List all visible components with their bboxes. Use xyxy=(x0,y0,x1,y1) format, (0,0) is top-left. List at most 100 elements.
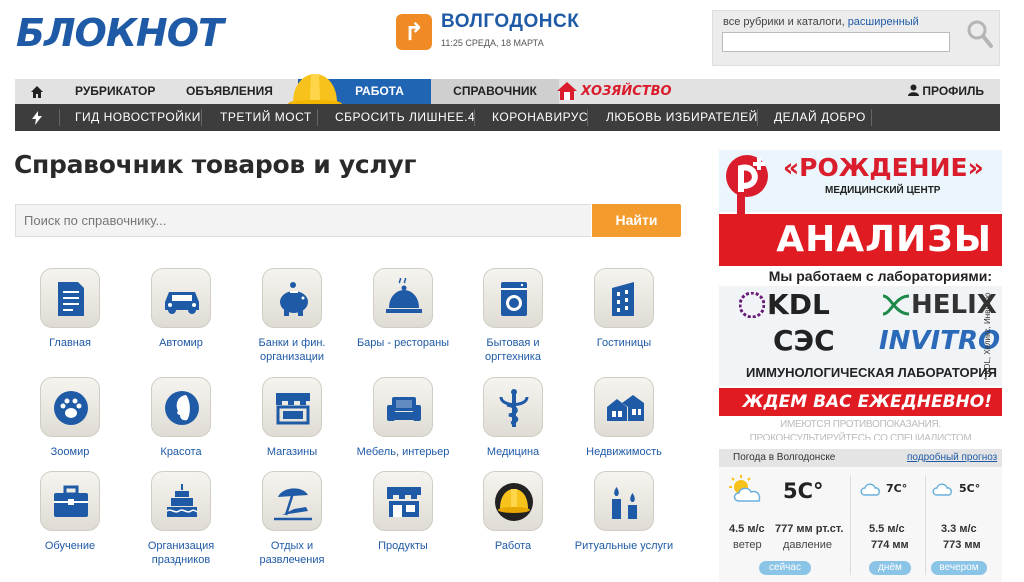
weather-now-badge: сейчас xyxy=(759,561,811,575)
category-label: Зоомир xyxy=(50,446,90,458)
category-shops[interactable]: Магазины xyxy=(237,377,347,459)
cake-icon xyxy=(151,471,211,531)
nav-divider xyxy=(474,109,475,126)
search-icon[interactable] xyxy=(965,17,995,51)
houses-icon xyxy=(594,377,654,437)
category-leisure[interactable]: Отдых и развлечения xyxy=(237,471,347,567)
category-restaurants[interactable]: Бары - рестораны xyxy=(348,268,458,350)
nav-do-good[interactable]: ДЕЛАЙ ДОБРО xyxy=(774,104,866,131)
site-logo[interactable]: БЛОКНОТ xyxy=(16,12,224,54)
weather-day-wind: 5.5 м/с xyxy=(869,523,905,535)
header-search-input[interactable] xyxy=(722,32,950,52)
nav-directory[interactable]: СПРАВОЧНИК xyxy=(431,79,559,104)
category-label: Недвижимость xyxy=(586,446,662,458)
cloche-icon xyxy=(373,268,433,328)
nav-rubricator[interactable]: РУБРИКАТОР xyxy=(75,79,155,104)
weather-now-temp: 5С° xyxy=(783,479,824,503)
weather-forecast-link[interactable]: подробный прогноз xyxy=(907,452,997,464)
current-datetime: 11:25 СРЕДА, 18 МАРТА xyxy=(441,38,544,48)
category-furniture[interactable]: Мебель, интерьер xyxy=(348,377,458,459)
ad-brand: «РОЖДЕНИЕ» xyxy=(783,153,984,182)
weather-now-wind-label: ветер xyxy=(733,539,762,551)
weather-evening-wind: 3.3 м/с xyxy=(941,523,977,535)
category-jobs[interactable]: Работа xyxy=(458,471,568,553)
ad-immuno: ИММУНОЛОГИЧЕСКАЯ ЛАБОРАТОРИЯ xyxy=(745,365,997,380)
nav-household-label: ХОЗЯЙСТВО xyxy=(581,84,672,99)
search-hint: все рубрики и каталоги, расширенный xyxy=(723,15,919,29)
nav-novostroyki[interactable]: ГИД НОВОСТРОЙКИ xyxy=(75,104,201,131)
category-label: Мебель, интерьер xyxy=(356,446,450,458)
weather-now-pressure: 777 мм рт.ст. xyxy=(775,523,844,535)
ad-banner[interactable]: «РОЖДЕНИЕ» МЕДИЦИНСКИЙ ЦЕНТР АНАЛИЗЫ Мы … xyxy=(719,150,1002,440)
city-share-icon[interactable]: ↱ xyxy=(396,14,432,50)
city-name[interactable]: ВОЛГОДОНСК xyxy=(441,10,579,34)
category-label: Ритуальные услуги xyxy=(574,540,674,552)
category-education[interactable]: Обучение xyxy=(15,471,125,553)
category-appliances[interactable]: Бытовая и оргтехника xyxy=(458,268,568,364)
profile-label: ПРОФИЛЬ xyxy=(922,84,985,98)
helix-logo-icon xyxy=(882,294,910,316)
nav-household[interactable]: ХОЗЯЙСТВО xyxy=(557,79,672,104)
category-groceries[interactable]: Продукты xyxy=(348,471,458,553)
category-hotels[interactable]: Гостиницы xyxy=(569,268,679,350)
category-main[interactable]: Главная xyxy=(15,268,125,350)
page-title: Справочник товаров и услуг xyxy=(14,150,417,179)
category-realty[interactable]: Недвижимость xyxy=(569,377,679,459)
car-icon xyxy=(151,268,211,328)
briefcase-icon xyxy=(40,471,100,531)
lab-kdl: KDL xyxy=(767,288,830,321)
weather-now-wind: 4.5 м/с xyxy=(729,523,765,535)
lightning-icon xyxy=(15,104,59,131)
candles-icon xyxy=(594,471,654,531)
category-label: Организация праздников xyxy=(147,540,215,566)
beach-umbrella-icon xyxy=(262,471,322,531)
weather-evening-badge: вечером xyxy=(931,561,987,575)
profile-link[interactable]: ПРОФИЛЬ xyxy=(908,79,998,104)
nav-coronavirus[interactable]: КОРОНАВИРУС xyxy=(492,104,588,131)
secondary-nav: ГИД НОВОСТРОЙКИ ТРЕТИЙ МОСТ СБРОСИТЬ ЛИШ… xyxy=(15,104,1000,131)
caduceus-icon xyxy=(483,377,543,437)
advanced-search-link[interactable]: расширенный xyxy=(848,16,919,28)
category-events[interactable]: Организация праздников xyxy=(126,471,236,567)
category-banks[interactable]: Банки и фин. организации xyxy=(237,268,347,364)
shop-icon xyxy=(262,377,322,437)
category-zoo[interactable]: Зоомир xyxy=(15,377,125,459)
category-label: Красота xyxy=(160,446,202,458)
ad-subtitle: МЕДИЦИНСКИЙ ЦЕНТР xyxy=(825,185,941,196)
directory-search-button[interactable]: Найти xyxy=(592,204,681,237)
lab-ses: СЭС xyxy=(773,324,835,357)
home-icon[interactable] xyxy=(15,79,59,104)
weather-now-pressure-label: давление xyxy=(783,539,833,551)
nav-voters-love[interactable]: ЛЮБОВЬ ИЗБИРАТЕЛЕЙ xyxy=(606,104,758,131)
nav-third-bridge[interactable]: ТРЕТИЙ МОСТ xyxy=(220,104,312,131)
face-icon xyxy=(151,377,211,437)
category-label: Бары - рестораны xyxy=(356,337,450,349)
category-label: Отдых и развлечения xyxy=(259,540,325,566)
category-label: Продукты xyxy=(378,540,428,552)
directory-search-input[interactable]: Поиск по справочнику... xyxy=(15,204,591,237)
primary-nav: РУБРИКАТОР ОБЪЯВЛЕНИЯ РАБОТА СПРАВОЧНИК … xyxy=(15,79,1000,104)
house-icon xyxy=(557,82,577,100)
ad-warning: ИМЕЮТСЯ ПРОТИВОПОКАЗАНИЯ. ПРОКОНСУЛЬТИРУ… xyxy=(749,419,972,440)
weather-divider xyxy=(850,475,851,575)
category-funeral[interactable]: Ритуальные услуги xyxy=(569,471,679,553)
weather-title: Погода в Волгодонске xyxy=(733,452,836,463)
category-auto[interactable]: Автомир xyxy=(126,268,236,350)
ad-labs-title: Мы работаем с лабораториями: xyxy=(768,268,992,284)
paw-icon xyxy=(40,377,100,437)
nav-drop-extra[interactable]: СБРОСИТЬ ЛИШНЕЕ.4 xyxy=(335,104,475,131)
nav-ads[interactable]: ОБЪЯВЛЕНИЯ xyxy=(186,79,273,104)
nav-divider xyxy=(587,109,588,126)
weather-divider xyxy=(925,475,926,575)
category-label: Магазины xyxy=(266,446,318,458)
nav-divider xyxy=(59,109,60,126)
category-label: Медицина xyxy=(486,446,540,458)
category-medicine[interactable]: Медицина xyxy=(458,377,568,459)
category-beauty[interactable]: Красота xyxy=(126,377,236,459)
document-icon xyxy=(40,268,100,328)
category-label: Главная xyxy=(49,337,91,349)
washing-machine-icon xyxy=(483,268,543,328)
clinic-logo-icon xyxy=(726,155,768,218)
user-icon xyxy=(908,84,919,96)
cloud-icon xyxy=(860,483,880,496)
